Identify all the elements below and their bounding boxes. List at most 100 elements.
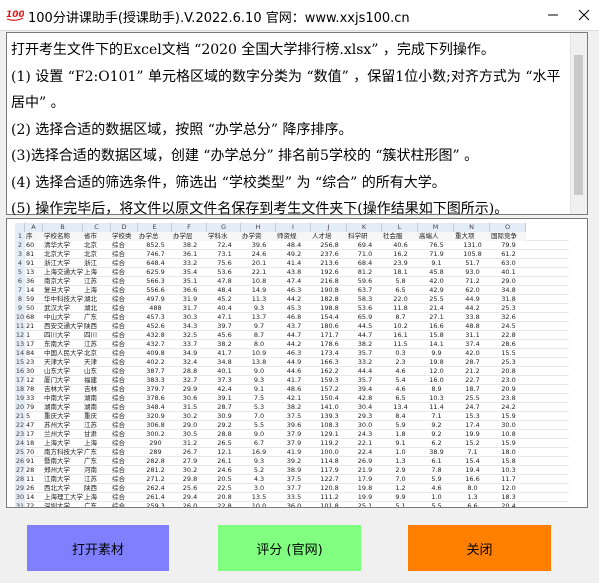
sheet-cell: 39.2 bbox=[286, 457, 302, 465]
sheet-cell: 2.3 bbox=[395, 358, 406, 366]
sheet-cell: 237.6 bbox=[320, 250, 339, 258]
sheet-cell: 重庆 bbox=[84, 412, 97, 420]
sheet-cell: 139.3 bbox=[320, 412, 339, 420]
sheet-cell: 39.7 bbox=[217, 322, 232, 330]
sheet-cell: 江苏 bbox=[84, 277, 97, 285]
sheet-cell: 379.7 bbox=[146, 385, 165, 393]
instructions-panel[interactable]: 打开考生文件下的Excel文档 “2020 全国大学排行榜.xlsx” ，完成下… bbox=[6, 32, 588, 217]
sheet-cell: 陕西 bbox=[84, 484, 97, 492]
sheet-cell: 43.8 bbox=[286, 268, 302, 276]
sheet-cell: 13 bbox=[26, 268, 35, 276]
sheet-cell: 5.9 bbox=[431, 475, 442, 483]
sheet-cell: 9.1 bbox=[253, 385, 265, 393]
sheet-cell: 复旦大学 bbox=[44, 286, 70, 294]
sheet-cell: 25.5 bbox=[429, 295, 444, 303]
sheet-cell: 10.3 bbox=[501, 466, 516, 474]
sheet-cell: 5.9 bbox=[395, 421, 406, 429]
row-number: 22 bbox=[15, 421, 25, 430]
sheet-cell: 320.9 bbox=[146, 412, 165, 420]
sheet-cell: 天津 bbox=[84, 358, 97, 366]
sheet-cell: 31.7 bbox=[182, 304, 198, 312]
sheet-cell: 上海大学 bbox=[44, 439, 70, 447]
sheet-cell: 12.1 bbox=[217, 448, 232, 456]
sheet-cell: 26.1 bbox=[217, 457, 232, 465]
sheet-cell: 7.1 bbox=[467, 448, 478, 456]
sheet-cell: 15.8 bbox=[501, 457, 516, 465]
sheet-cell: 6.2 bbox=[431, 439, 442, 447]
sheet-cell: 166.3 bbox=[320, 358, 339, 366]
sheet-cell: 79 bbox=[26, 403, 35, 411]
sheet-cell: 清华大学 bbox=[44, 241, 70, 249]
sheet-cell: 33.7 bbox=[182, 340, 198, 348]
sheet-cell: 13.8 bbox=[251, 358, 267, 366]
row-number: 18 bbox=[15, 385, 25, 394]
row-number: 28 bbox=[15, 475, 25, 484]
sheet-cell: 131.0 bbox=[463, 241, 482, 249]
sheet-cell: 广东 bbox=[84, 313, 97, 321]
sheet-cell: 10.9 bbox=[251, 349, 267, 357]
instructions-scrollbar[interactable] bbox=[570, 33, 587, 214]
sheet-cell: 111.2 bbox=[320, 493, 339, 501]
sheet-cell: 45.6 bbox=[217, 331, 232, 339]
sheet-cell: 26 bbox=[26, 484, 35, 492]
sheet-cell: 9.2 bbox=[431, 421, 442, 429]
sheet-cell: 38.9 bbox=[286, 466, 302, 474]
sheet-cell: 29.9 bbox=[182, 385, 198, 393]
sheet-cell: 14 bbox=[26, 493, 35, 501]
sheet-cell: 4.6 bbox=[395, 367, 406, 375]
instruction-line: (4) 选择合适的筛选条件，筛选出 “学校类型” 为 “综合” 的所有大学。 bbox=[11, 174, 446, 191]
sheet-cell: 17 bbox=[26, 430, 35, 438]
sheet-cell: 84 bbox=[26, 349, 35, 357]
sheet-row: 16 30 山东大学 山东 综合 387.7 28.8 40.1 9.0 44.6 162.2 44.… bbox=[15, 367, 569, 376]
sheet-cell: 综合 bbox=[112, 268, 125, 276]
row-number: 31 bbox=[15, 502, 25, 507]
sheet-row: 20 79 湖南大学 湖南 综合 348.4 31.5 28.7 5.3 38.2 141.0 30.… bbox=[15, 403, 569, 412]
sheet-cell: 108.3 bbox=[320, 421, 339, 429]
sheet-cell: 10.8 bbox=[251, 277, 267, 285]
column-letter-header: ABCDEFGHIJKLMNO bbox=[15, 223, 569, 232]
sheet-row: 2 60 清华大学 北京 综合 852.5 38.2 72.4 39.6 48.4 256.8 69.… bbox=[15, 241, 569, 250]
sheet-cell: 9.1 bbox=[431, 259, 442, 267]
sheet-row: 31 72 深圳大学 广东 综合 259.3 26.0 22.8 10.0 36.0 101.8 25… bbox=[15, 502, 569, 507]
sheet-cell: 综合 bbox=[112, 304, 125, 312]
sheet-cell: 综合 bbox=[112, 295, 125, 303]
sheet-header-cell: 国际竞争 bbox=[490, 232, 526, 241]
close-icon[interactable] bbox=[569, 0, 599, 30]
sheet-cell: 38.2 bbox=[217, 340, 232, 348]
sheet-cell: 91 bbox=[26, 259, 35, 267]
sheet-cell: 58.3 bbox=[357, 295, 373, 303]
sheet-cell: 15.4 bbox=[465, 457, 480, 465]
sheet-cell: 378.6 bbox=[146, 394, 165, 402]
row-number: 2 bbox=[15, 241, 25, 250]
sheet-cell: 47 bbox=[26, 421, 35, 429]
sheet-cell: 东南大学 bbox=[44, 340, 70, 348]
sheet-header-cell: 科学研 bbox=[347, 232, 382, 241]
sheet-cell: 20.5 bbox=[217, 475, 232, 483]
scrollbar-thumb[interactable] bbox=[574, 55, 583, 195]
sheet-cell: 648.4 bbox=[146, 259, 165, 267]
open-material-button[interactable]: 打开素材 bbox=[27, 525, 169, 571]
sheet-cell: 120.8 bbox=[320, 484, 339, 492]
sheet-cell: 28.7 bbox=[217, 403, 232, 411]
row-number: 16 bbox=[15, 367, 25, 376]
sheet-cell: 42.4 bbox=[217, 385, 232, 393]
sheet-cell: 11.4 bbox=[429, 403, 444, 411]
sheet-cell: 30.3 bbox=[182, 313, 198, 321]
sheet-cell: 76.5 bbox=[429, 241, 444, 249]
sheet-cell: 63.7 bbox=[357, 286, 373, 294]
sheet-cell: 综合 bbox=[112, 367, 125, 375]
close-button[interactable]: 关闭 bbox=[408, 525, 551, 571]
grade-button[interactable]: 评分 (官网) bbox=[218, 525, 361, 571]
row-number: 13 bbox=[15, 340, 25, 349]
sheet-header-cell: 高端人 bbox=[418, 232, 454, 241]
sheet-cell: 26.7 bbox=[182, 448, 198, 456]
sheet-header-cell: 人才培 bbox=[311, 232, 347, 241]
row-number: 6 bbox=[15, 277, 25, 286]
minimize-icon[interactable] bbox=[538, 0, 568, 30]
sheet-cell: 33.5 bbox=[286, 493, 302, 501]
sheet-cell: 30.9 bbox=[217, 412, 232, 420]
sheet-cell: 湖北 bbox=[84, 304, 97, 312]
sheet-cell: 6.1 bbox=[431, 457, 442, 465]
sheet-cell: 24.3 bbox=[357, 430, 373, 438]
sheet-cell: 42.8 bbox=[357, 394, 373, 402]
